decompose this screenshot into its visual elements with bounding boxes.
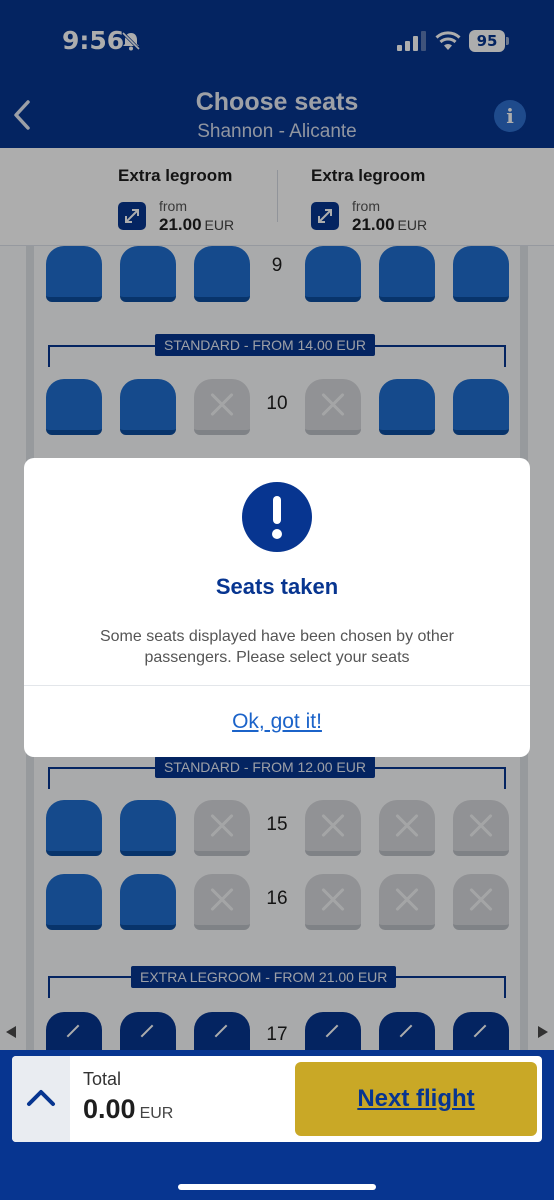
chevron-up-icon — [27, 1090, 55, 1106]
alert-icon-bar — [273, 496, 281, 524]
home-indicator — [178, 1184, 376, 1190]
total-amount: 0.00 EUR — [83, 1094, 173, 1125]
dialog-title: Seats taken — [215, 574, 339, 599]
next-flight-button[interactable]: Next flight — [295, 1062, 537, 1136]
dialog-message: Some seats displayed have been chosen by… — [99, 628, 454, 666]
alert-icon-dot — [272, 529, 282, 539]
dialog-divider — [24, 685, 530, 686]
total-currency: EUR — [139, 1105, 174, 1122]
booking-footer: Total 0.00 EUR Next flight — [0, 1050, 554, 1200]
dismiss-button[interactable]: Ok, got it! — [24, 710, 530, 734]
expand-summary-button[interactable] — [12, 1056, 70, 1142]
seats-taken-dialog: Seats taken Some seats displayed have be… — [24, 458, 530, 757]
total-label: Total — [83, 1069, 122, 1089]
footer-panel: Total 0.00 EUR Next flight — [12, 1056, 542, 1142]
total-value: 0.00 — [83, 1094, 136, 1124]
alert-icon — [242, 482, 312, 552]
